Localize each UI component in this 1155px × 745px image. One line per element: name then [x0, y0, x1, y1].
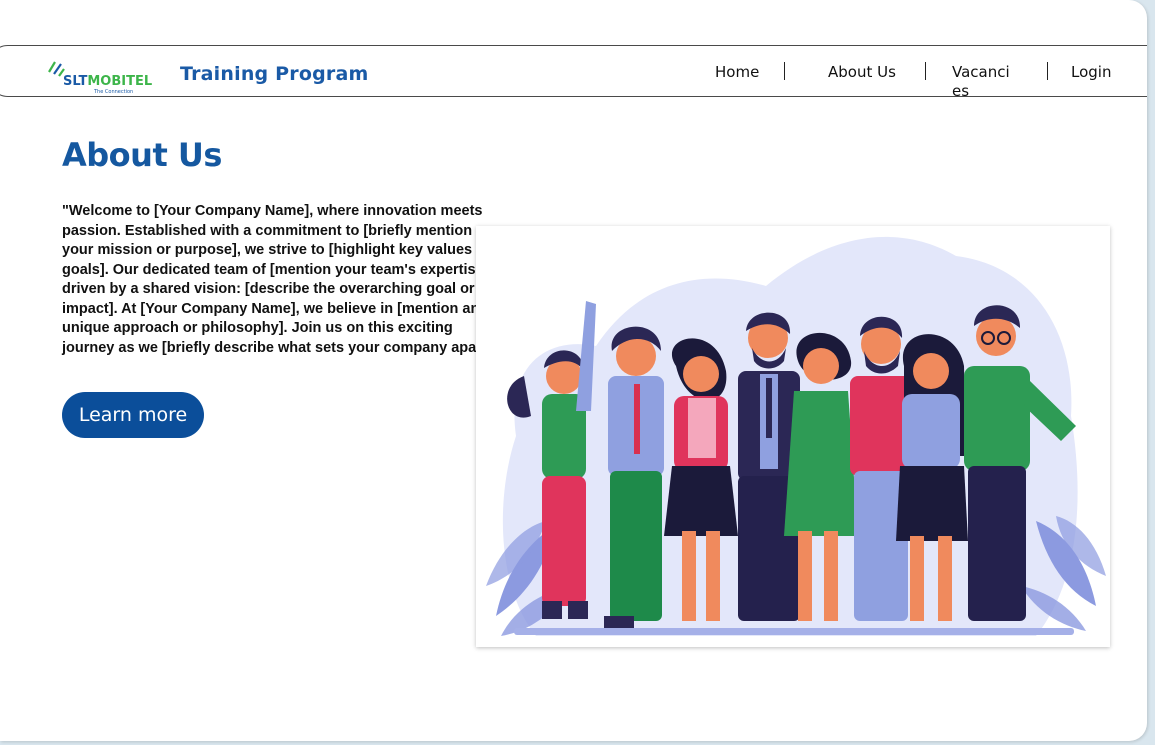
svg-text:SLTMOBITEL: SLTMOBITEL — [63, 74, 152, 89]
team-illustration-svg — [486, 236, 1106, 636]
nav-vacancies[interactable]: Vacancies — [952, 63, 1012, 101]
page-heading: About Us — [62, 136, 222, 174]
nav-about-us[interactable]: About Us — [828, 63, 896, 81]
nav-divider — [925, 62, 926, 80]
nav-home[interactable]: Home — [715, 63, 759, 81]
team-illustration — [476, 226, 1110, 647]
nav-divider — [1047, 62, 1048, 80]
learn-more-button[interactable]: Learn more — [62, 392, 204, 438]
sltmobitel-logo: SLTMOBITEL The Connection — [48, 61, 152, 95]
page-frame: SLTMOBITEL The Connection Training Progr… — [0, 0, 1147, 741]
nav-divider — [784, 62, 785, 80]
about-paragraph: "Welcome to [Your Company Name], where i… — [62, 203, 505, 356]
site-title: Training Program — [180, 63, 369, 85]
svg-text:The Connection: The Connection — [93, 89, 133, 95]
nav-login[interactable]: Login — [1071, 63, 1111, 81]
logo-mark-icon — [48, 61, 65, 77]
